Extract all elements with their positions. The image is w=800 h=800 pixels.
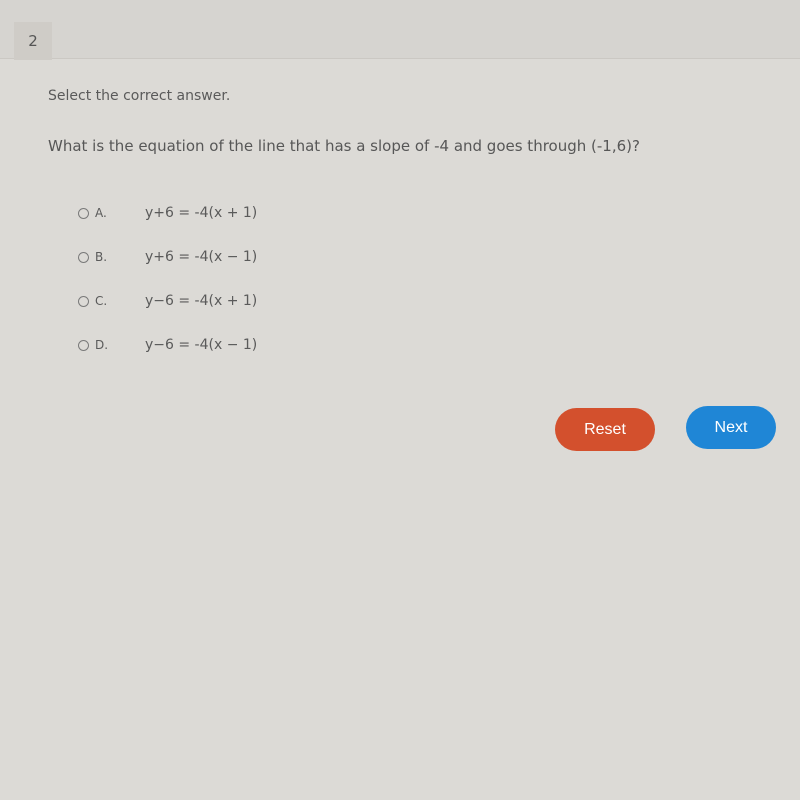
- instruction-text: Select the correct answer.: [48, 88, 231, 104]
- option-letter: C.: [95, 294, 108, 308]
- top-bar: 2: [0, 0, 800, 60]
- option-letter: A.: [95, 206, 107, 220]
- radio-button-icon[interactable]: [78, 251, 89, 263]
- reset-button[interactable]: Reset: [555, 408, 655, 451]
- option-equation: y+6 = -4(x + 1): [145, 205, 258, 221]
- option-letter: B.: [95, 250, 108, 264]
- option-equation: y−6 = -4(x + 1): [145, 293, 258, 309]
- next-button[interactable]: Next: [686, 406, 776, 449]
- radio-button-icon[interactable]: [78, 295, 89, 307]
- option-d[interactable]: D. y−6 = -4(x − 1): [78, 334, 257, 356]
- option-b[interactable]: B. y+6 = -4(x − 1): [78, 246, 257, 268]
- option-equation: y+6 = -4(x − 1): [145, 249, 258, 265]
- question-prompt: What is the equation of the line that ha…: [48, 137, 640, 155]
- answer-options: A. y+6 = -4(x + 1) B. y+6 = -4(x − 1) C.…: [78, 202, 257, 378]
- option-equation: y−6 = -4(x − 1): [145, 337, 258, 353]
- option-c[interactable]: C. y−6 = -4(x + 1): [78, 290, 257, 312]
- option-a[interactable]: A. y+6 = -4(x + 1): [78, 202, 257, 224]
- question-number: 2: [14, 22, 52, 60]
- radio-button-icon[interactable]: [78, 207, 89, 219]
- option-letter: D.: [95, 338, 109, 352]
- radio-button-icon[interactable]: [78, 339, 89, 351]
